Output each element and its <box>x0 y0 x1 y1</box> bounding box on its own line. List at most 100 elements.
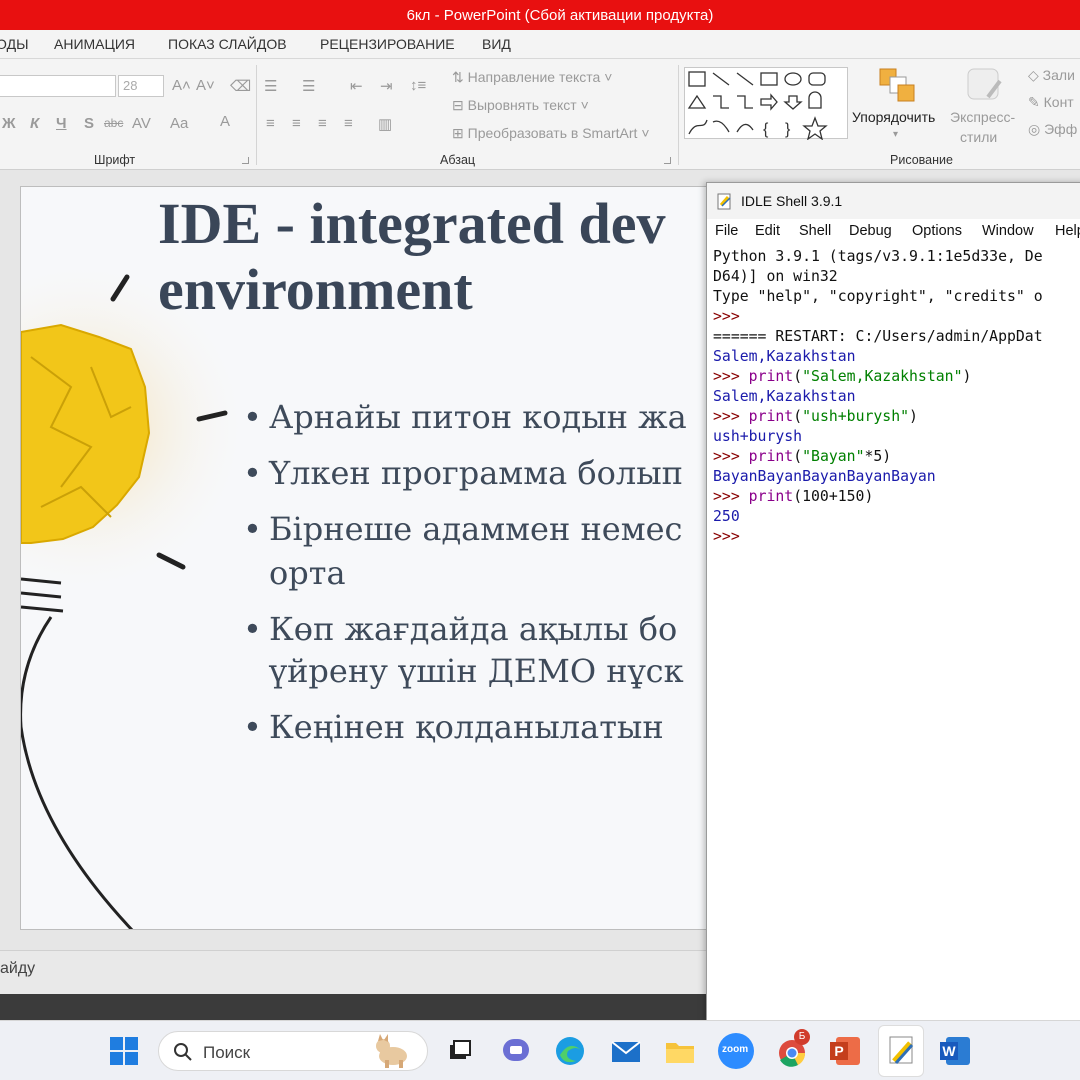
tab-animation[interactable]: АНИМАЦИЯ <box>54 36 135 52</box>
menu-options[interactable]: Options <box>912 223 962 239</box>
shape-effects-button[interactable]: ◎ Эфф <box>1028 121 1077 138</box>
mail-icon[interactable] <box>608 1033 644 1069</box>
notification-badge: Б <box>794 1029 810 1045</box>
justify-icon[interactable]: ≡ <box>344 115 353 132</box>
zoom-icon[interactable]: zoom <box>718 1033 754 1069</box>
align-left-icon[interactable]: ≡ <box>266 115 275 132</box>
menu-help[interactable]: Help <box>1055 223 1080 239</box>
shape-outline-button[interactable]: ✎ Конт <box>1028 94 1074 111</box>
tab-view[interactable]: ВИД <box>482 36 511 52</box>
list-item: • Кеңінен қолданылатын <box>243 708 664 746</box>
cat-illustration-icon <box>376 1034 407 1068</box>
columns-icon[interactable]: ▥ <box>378 115 392 133</box>
menu-debug[interactable]: Debug <box>849 223 892 239</box>
prompt: >>> <box>713 308 740 325</box>
shapes-gallery[interactable]: {} <box>684 67 848 140</box>
search-icon <box>174 1043 192 1061</box>
shapes-icons: {} <box>687 71 828 140</box>
text-direction-button[interactable]: ⇅ Направление текста ˅ <box>452 69 612 86</box>
shadow-icon[interactable]: S <box>84 115 94 132</box>
slide-title: IDE - integrated dev environment <box>158 191 666 322</box>
command-line: >>> print("Bayan"*5) <box>713 448 892 465</box>
line-spacing-icon[interactable]: ↕≡ <box>410 77 426 94</box>
menu-edit[interactable]: Edit <box>755 223 780 239</box>
arrange-icon[interactable] <box>878 67 918 103</box>
strikethrough-icon[interactable]: abc <box>104 116 123 130</box>
align-text-button[interactable]: ⊟ Выровнять текст ˅ <box>452 97 589 114</box>
drawing-group-label: Рисование <box>890 153 953 167</box>
align-right-icon[interactable]: ≡ <box>318 115 327 132</box>
svg-text:}: } <box>785 121 791 138</box>
idle-shell-window[interactable]: IDLE Shell 3.9.1 File Edit Shell Debug O… <box>706 182 1080 1022</box>
list-item: • Көп жағдайда ақылы бо <box>243 610 678 648</box>
teams-chat-icon[interactable] <box>498 1033 534 1069</box>
paragraph-group-label: Абзац <box>440 153 476 167</box>
windows-start-icon[interactable] <box>106 1033 142 1069</box>
file-explorer-icon[interactable] <box>662 1033 698 1069</box>
group-separator <box>678 65 679 165</box>
slide-canvas[interactable]: IDE - integrated dev environment • Арнайы… <box>20 186 710 930</box>
powerpoint-icon[interactable]: P <box>828 1033 864 1069</box>
output-line: Salem,Kazakhstan <box>713 348 856 365</box>
prompt: >>> <box>713 528 740 545</box>
convert-smartart-button[interactable]: ⊞ Преобразовать в SmartArt ˅ <box>452 125 650 142</box>
window-title-bar: 6кл - PowerPoint (Сбой активации продукт… <box>0 0 1080 30</box>
output-line: Salem,Kazakhstan <box>713 388 856 405</box>
ribbon-tabs: ОДЫ АНИМАЦИЯ ПОКАЗ СЛАЙДОВ РЕЦЕНЗИРОВАНИ… <box>0 30 1080 58</box>
ribbon: 28 A˄ A˅ ⌫ Ж К Ч S abc AV Aa A Шрифт ☰ ☰… <box>0 58 1080 170</box>
search-box[interactable]: Поиск <box>158 1031 428 1071</box>
italic-icon[interactable]: К <box>30 115 39 132</box>
font-family-select[interactable] <box>0 75 116 97</box>
output-line: 250 <box>713 508 740 525</box>
list-item: • Бірнеше адаммен немес <box>243 510 683 548</box>
list-item-continuation: үйрену үшін ДЕМО нұск <box>269 652 684 690</box>
font-dialog-launcher-icon[interactable] <box>242 157 249 164</box>
idle-python-icon[interactable] <box>884 1033 920 1069</box>
quick-styles-icon[interactable] <box>966 67 1006 103</box>
word-icon[interactable]: W <box>938 1033 974 1069</box>
edge-icon[interactable] <box>552 1033 588 1069</box>
char-spacing-icon[interactable]: AV <box>132 115 151 132</box>
output-line: ush+burysh <box>713 428 803 445</box>
font-color-icon[interactable]: A <box>220 113 230 130</box>
list-item: • Үлкен программа болып <box>243 454 683 492</box>
tab-review[interactable]: РЕЦЕНЗИРОВАНИЕ <box>320 36 455 52</box>
increase-indent-icon[interactable]: ⇥ <box>380 77 393 95</box>
idle-menu-bar: File Edit Shell Debug Options Window Hel… <box>707 219 1080 245</box>
command-line: >>> print("Salem,Kazakhstan") <box>713 368 972 385</box>
underline-icon[interactable]: Ч <box>56 115 67 132</box>
command-line: >>> print(100+150) <box>713 488 874 505</box>
task-view-icon[interactable] <box>442 1033 478 1069</box>
grow-font-icon[interactable]: A˄ <box>172 77 191 94</box>
menu-window[interactable]: Window <box>982 223 1034 239</box>
menu-shell[interactable]: Shell <box>799 223 831 239</box>
shell-output[interactable]: Python 3.9.1 (tags/v3.9.1:1e5d33e, De D6… <box>707 245 1080 1023</box>
status-text: айду <box>0 960 36 977</box>
bold-icon[interactable]: Ж <box>2 115 16 132</box>
tab-transitions[interactable]: ОДЫ <box>0 36 28 52</box>
window-title: 6кл - PowerPoint (Сбой активации продукт… <box>406 6 714 24</box>
taskbar: Поиск zoom Б P W <box>0 1020 1080 1080</box>
banner-line: D64)] on win32 <box>713 268 838 285</box>
idle-title: IDLE Shell 3.9.1 <box>741 193 843 209</box>
shrink-font-icon[interactable]: A˅ <box>196 77 215 94</box>
idle-title-bar[interactable]: IDLE Shell 3.9.1 <box>707 183 1080 219</box>
quick-styles-label-1[interactable]: Экспресс- <box>950 109 1015 125</box>
arrange-button[interactable]: Упорядочить <box>852 109 935 125</box>
list-item-continuation: орта <box>269 554 346 592</box>
change-case-icon[interactable]: Aa <box>170 115 188 132</box>
decrease-indent-icon[interactable]: ⇤ <box>350 77 363 95</box>
align-center-icon[interactable]: ≡ <box>292 115 301 132</box>
banner-line: Python 3.9.1 (tags/v3.9.1:1e5d33e, De <box>713 248 1043 265</box>
quick-styles-label-2[interactable]: стили <box>960 129 997 145</box>
numbering-icon[interactable]: ☰ <box>302 77 315 95</box>
font-size-select[interactable]: 28 <box>118 75 164 97</box>
clear-format-icon[interactable]: ⌫ <box>230 77 251 95</box>
chevron-down-icon: ▾ <box>893 129 899 140</box>
bullets-icon[interactable]: ☰ <box>264 77 277 95</box>
python-feather-icon <box>717 193 731 210</box>
tab-slideshow[interactable]: ПОКАЗ СЛАЙДОВ <box>168 36 287 52</box>
menu-file[interactable]: File <box>715 223 738 239</box>
paragraph-dialog-launcher-icon[interactable] <box>664 157 671 164</box>
shape-fill-button[interactable]: ◇ Зали <box>1028 67 1075 84</box>
